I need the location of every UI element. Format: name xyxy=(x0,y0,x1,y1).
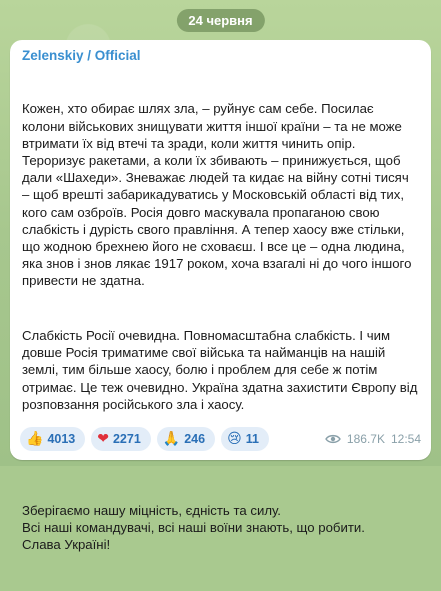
reaction-crying[interactable]: 😢 11 xyxy=(221,427,269,451)
message-time: 12:54 xyxy=(390,432,421,446)
message-paragraph-2: Слабкість Росії очевидна. Повномасштабна… xyxy=(22,328,422,412)
message-footer: 👍 4013 ❤ 2271 🙏 246 😢 11 186.7K 12:54 xyxy=(20,426,421,452)
message-paragraph-3: Зберігаємо нашу міцність, єдність та сил… xyxy=(22,502,365,553)
reaction-heart[interactable]: ❤ 2271 xyxy=(91,427,151,451)
reaction-count: 11 xyxy=(245,432,259,446)
message-bubble[interactable]: Zelenskiy / Official Кожен, хто обирає ш… xyxy=(10,40,431,552)
reaction-thumbs-up[interactable]: 👍 4013 xyxy=(20,427,86,451)
date-separator: 24 червня xyxy=(176,9,265,32)
reaction-pray[interactable]: 🙏 246 xyxy=(156,427,216,451)
channel-name[interactable]: Zelenskiy / Official xyxy=(22,48,419,63)
reaction-count: 4013 xyxy=(47,432,76,446)
thumbs-up-icon: 👍 xyxy=(26,431,44,447)
crying-face-icon: 😢 xyxy=(227,431,242,447)
reaction-count: 246 xyxy=(184,432,206,446)
eye-icon xyxy=(325,434,341,444)
heart-icon: ❤ xyxy=(97,431,109,447)
message-paragraph-1: Кожен, хто обирає шлях зла, – руйнує сам… xyxy=(22,101,416,289)
reaction-count: 2271 xyxy=(112,432,141,446)
view-count: 186.7K xyxy=(346,432,385,446)
folded-hands-icon: 🙏 xyxy=(162,431,181,447)
message-text: Кожен, хто обирає шлях зла, – руйнує сам… xyxy=(22,66,419,591)
message-meta: 186.7K 12:54 xyxy=(325,432,421,446)
